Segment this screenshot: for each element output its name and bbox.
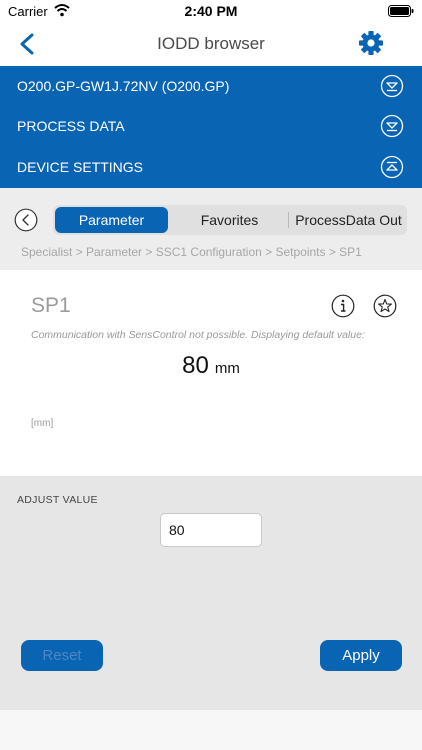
parameter-unit: mm	[214, 360, 240, 377]
communication-note: Communication with SensControl not possi…	[31, 329, 365, 341]
section-device-settings[interactable]: DEVICE SETTINGS	[0, 147, 422, 187]
parameter-name: SP1	[31, 294, 71, 317]
info-icon[interactable]	[331, 294, 355, 318]
tab-favorites[interactable]: Favorites	[171, 205, 288, 235]
star-favorite-icon[interactable]	[373, 294, 397, 318]
status-bar: Carrier 2:40 PM	[0, 0, 422, 22]
adjust-value-panel: ADJUST VALUE Reset Apply	[0, 476, 422, 710]
section-device-settings-label: DEVICE SETTINGS	[17, 159, 144, 175]
apply-button[interactable]: Apply	[320, 640, 402, 671]
back-circle-icon[interactable]	[14, 208, 38, 232]
unit-note: [mm]	[31, 418, 54, 429]
tab-divider	[288, 212, 289, 228]
bottom-bar	[0, 710, 422, 750]
gear-icon[interactable]	[358, 30, 384, 56]
section-device[interactable]: O200.GP-GW1J.72NV (O200.GP)	[0, 66, 422, 106]
battery-icon	[388, 5, 414, 17]
navigation-bar: IODD browser	[0, 22, 422, 66]
parameter-card: SP1 Communication with SensControl not p…	[0, 270, 422, 476]
section-process-data[interactable]: PROCESS DATA	[0, 106, 422, 146]
adjust-value-label: ADJUST VALUE	[17, 494, 98, 506]
expand-icon[interactable]	[380, 74, 404, 98]
expand-icon[interactable]	[380, 114, 404, 138]
adjust-value-input[interactable]	[160, 513, 262, 547]
collapse-icon[interactable]	[380, 155, 404, 179]
breadcrumb: Specialist > Parameter > SSC1 Configurat…	[21, 245, 362, 259]
status-time: 2:40 PM	[184, 3, 238, 19]
parameter-value-display: 80 mm	[0, 352, 422, 380]
section-process-data-label: PROCESS DATA	[17, 118, 125, 134]
segmented-control: Parameter Favorites ProcessData Out	[53, 205, 407, 235]
tab-processdata-out[interactable]: ProcessData Out	[290, 205, 407, 235]
reset-button[interactable]: Reset	[21, 640, 103, 671]
tab-parameter[interactable]: Parameter	[55, 207, 168, 233]
parameter-value: 80	[182, 352, 209, 379]
tab-bar-area: Parameter Favorites ProcessData Out Spec…	[0, 188, 422, 270]
section-device-label: O200.GP-GW1J.72NV (O200.GP)	[17, 78, 230, 94]
device-sections: O200.GP-GW1J.72NV (O200.GP) PROCESS DATA…	[0, 66, 422, 188]
